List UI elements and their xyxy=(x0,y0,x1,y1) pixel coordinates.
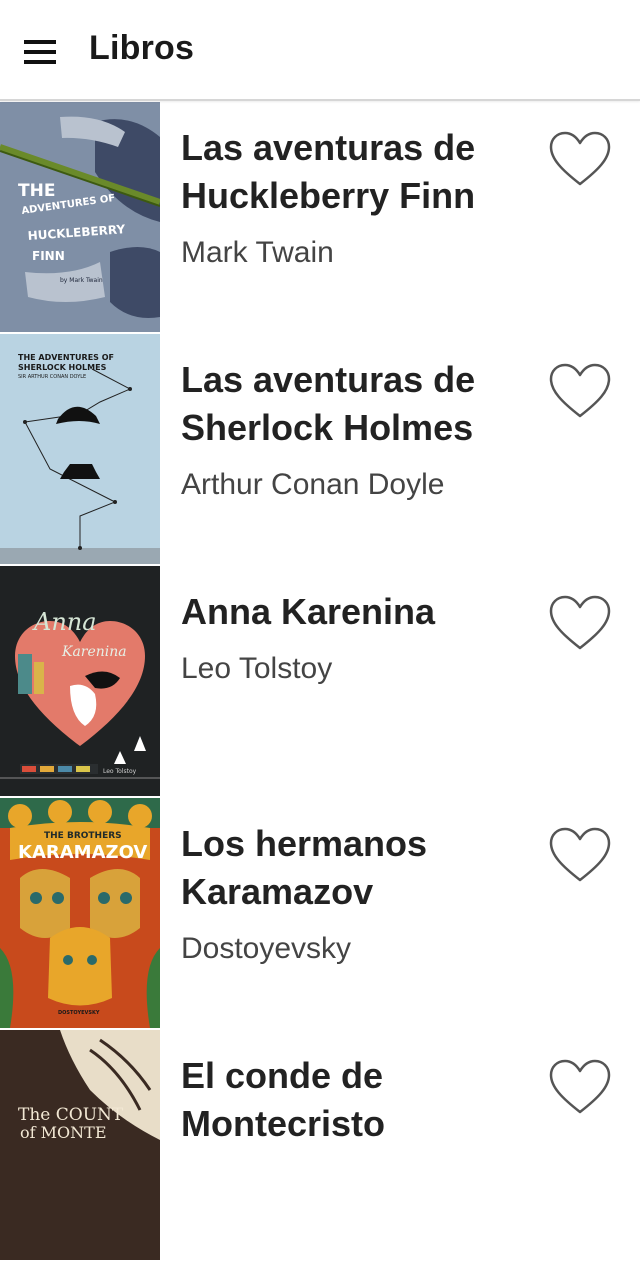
book-item-count-of-monte-cristo[interactable]: The COUNT of MONTE El conde de Montecris… xyxy=(0,1030,640,1262)
book-cover-image: The COUNT of MONTE xyxy=(0,1030,160,1260)
book-cover-image: Anna Karenina Leo Tolstoy xyxy=(0,566,160,796)
book-title: El conde de Montecristo xyxy=(181,1055,386,1144)
book-cover-image: THE ADVENTURES OF HUCKLEBERRY FINN by Ma… xyxy=(0,102,160,332)
book-author: Mark Twain xyxy=(181,236,334,269)
book-item-anna-karenina[interactable]: Anna Karenina Leo Tolstoy Anna Karenina … xyxy=(0,566,640,798)
book-title: Las aventuras de Sherlock Holmes xyxy=(181,359,476,448)
cover-text: Karenina xyxy=(61,644,127,660)
menu-line xyxy=(24,50,56,54)
book-title: Anna Karenina xyxy=(181,591,436,632)
cover-text: KARAMAZOV xyxy=(18,842,147,863)
favorite-heart-icon[interactable] xyxy=(548,362,612,420)
favorite-heart-icon[interactable] xyxy=(548,826,612,884)
app-bar: Libros xyxy=(0,0,640,101)
favorite-heart-icon[interactable] xyxy=(548,594,612,652)
favorite-heart-icon[interactable] xyxy=(548,1058,612,1116)
cover-text: THE xyxy=(18,181,55,201)
cover-text: of MONTE xyxy=(20,1123,107,1142)
book-title: Las aventuras de Huckleberry Finn xyxy=(181,127,476,216)
cover-text: SIR ARTHUR CONAN DOYLE xyxy=(18,374,86,380)
menu-line xyxy=(24,40,56,44)
cover-text: SHERLOCK HOLMES xyxy=(18,363,107,372)
book-title: Los hermanos Karamazov xyxy=(181,823,428,912)
hamburger-menu-icon[interactable] xyxy=(18,32,62,72)
cover-text: Leo Tolstoy xyxy=(103,768,137,775)
cover-text: by Mark Twain xyxy=(60,277,103,284)
cover-text: FINN xyxy=(32,249,65,263)
cover-text: Anna xyxy=(32,608,97,636)
cover-text: THE ADVENTURES OF xyxy=(18,353,114,362)
cover-text: THE BROTHERS xyxy=(44,831,122,841)
favorite-heart-icon[interactable] xyxy=(548,130,612,188)
book-item-huckleberry-finn[interactable]: THE ADVENTURES OF HUCKLEBERRY FINN by Ma… xyxy=(0,102,640,334)
page-title: Libros xyxy=(89,29,195,67)
menu-line xyxy=(24,60,56,64)
book-author: Dostoyevsky xyxy=(181,932,352,965)
book-item-sherlock-holmes[interactable]: THE ADVENTURES OF SHERLOCK HOLMES SIR AR… xyxy=(0,334,640,566)
cover-text: DOSTOYEVSKY xyxy=(58,1010,100,1016)
cover-text: The COUNT xyxy=(18,1105,124,1125)
book-cover-image: THE ADVENTURES OF SHERLOCK HOLMES SIR AR… xyxy=(0,334,160,564)
book-cover-image: THE BROTHERS KARAMAZOV DOSTOYEVSKY xyxy=(0,798,160,1028)
book-author: Arthur Conan Doyle xyxy=(181,468,445,501)
book-author: Leo Tolstoy xyxy=(181,652,333,685)
book-item-brothers-karamazov[interactable]: THE BROTHERS KARAMAZOV DOSTOYEVSKY Los h… xyxy=(0,798,640,1030)
book-list: THE ADVENTURES OF HUCKLEBERRY FINN by Ma… xyxy=(0,102,640,1262)
